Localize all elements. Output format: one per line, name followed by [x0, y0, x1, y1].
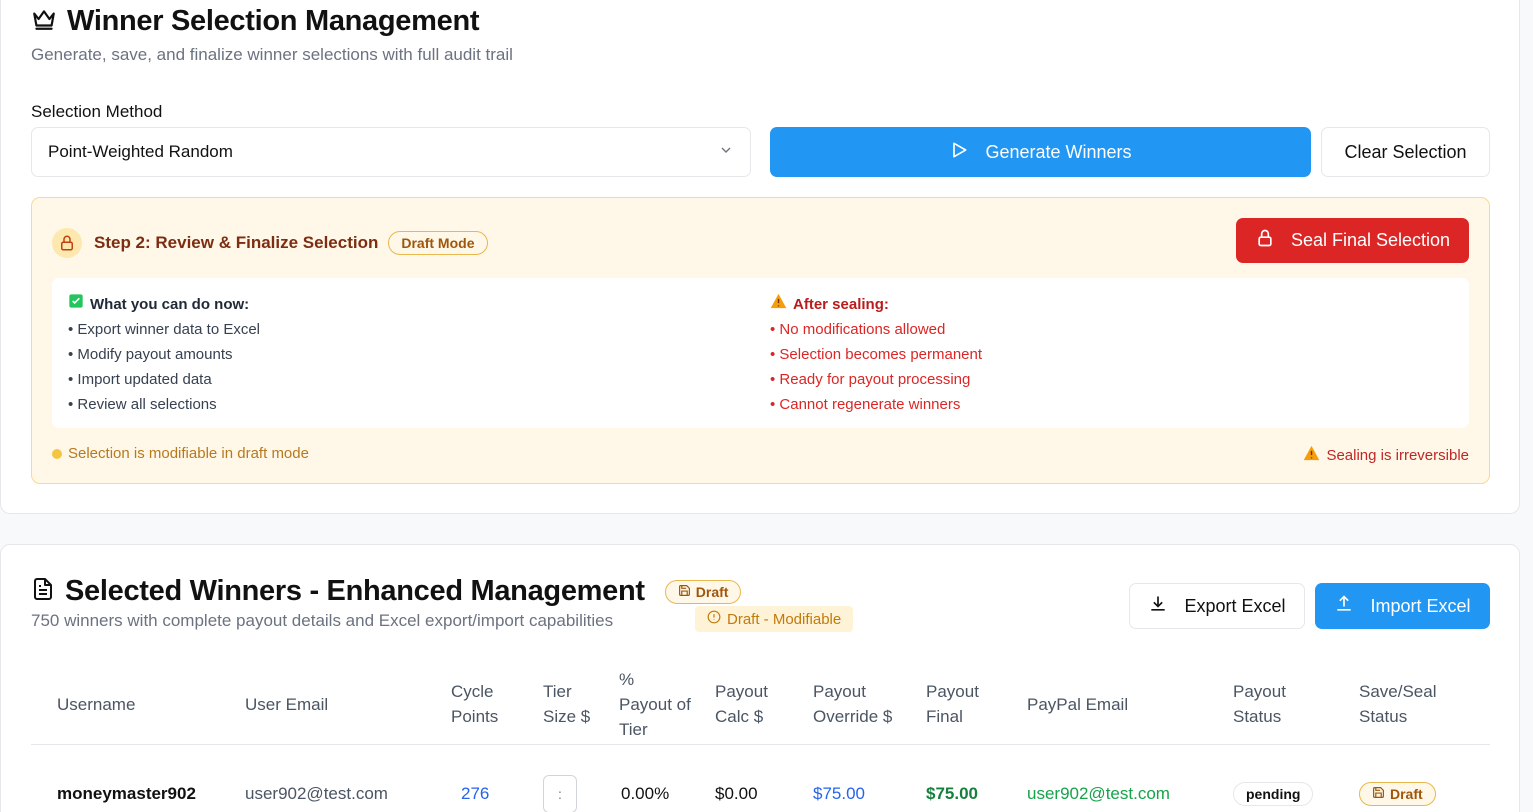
list-item: • Export winner data to Excel [68, 321, 261, 338]
review-details: What you can do now: • Export winner dat… [52, 278, 1469, 428]
list-item: • Ready for payout processing [770, 371, 971, 388]
download-icon [1148, 594, 1168, 619]
list-item: • Modify payout amounts [68, 346, 233, 363]
winner-selection-card: Winner Selection Management Generate, sa… [0, 0, 1520, 514]
winners-header-row: Selected Winners - Enhanced Management D… [31, 575, 742, 608]
column-header[interactable]: Payout Final [914, 665, 1015, 745]
column-header[interactable]: % Payout of Tier [607, 665, 703, 745]
payout-status-cell: pending [1221, 744, 1347, 812]
column-header[interactable]: PayPal Email [1015, 665, 1221, 745]
lock-icon [1255, 228, 1275, 253]
lock-icon [52, 228, 82, 258]
winners-table: Username User Email Cycle Points Tier Si… [31, 665, 1490, 812]
modifiable-note: Selection is modifiable in draft mode [52, 445, 309, 462]
irreversible-note: Sealing is irreversible [1303, 445, 1469, 465]
points-cell: 276 [461, 784, 490, 804]
list-item: • Cannot regenerate winners [770, 396, 961, 413]
generate-winners-button[interactable]: Generate Winners [770, 127, 1311, 177]
review-panel: Step 2: Review & Finalize Selection Draf… [31, 197, 1490, 484]
override-cell[interactable]: $75.00 [801, 744, 914, 812]
modifiable-label: Draft - Modifiable [727, 610, 842, 628]
after-sealing-heading: After sealing: [770, 292, 982, 317]
table-header-row: Username User Email Cycle Points Tier Si… [31, 665, 1490, 745]
clear-selection-label: Clear Selection [1344, 141, 1467, 162]
column-header[interactable]: Cycle Points [439, 665, 531, 745]
pct-cell: 0.00% [621, 784, 670, 804]
tier-cell: : [531, 744, 607, 812]
selection-method-value: Point-Weighted Random [48, 142, 233, 161]
modifiable-badge: Draft - Modifiable [695, 606, 854, 632]
warning-icon [1303, 445, 1320, 465]
column-header[interactable]: Payout Status [1221, 665, 1347, 745]
export-excel-label: Export Excel [1184, 595, 1286, 616]
column-header[interactable]: Payout Override $ [801, 665, 914, 745]
draft-badge: Draft [664, 579, 742, 604]
can-do-heading: What you can do now: [68, 292, 260, 317]
save-icon [1372, 786, 1385, 802]
final-cell: $75.00 [926, 784, 978, 804]
selection-method-label: Selection Method [31, 102, 163, 121]
step-title: Step 2: Review & Finalize Selection [94, 233, 379, 252]
seal-final-selection-button[interactable]: Seal Final Selection [1236, 218, 1469, 263]
after-sealing-list: After sealing: • No modifications allowe… [770, 292, 982, 417]
list-item: • No modifications allowed [770, 321, 946, 338]
status-badge: pending [1233, 782, 1314, 807]
import-excel-button[interactable]: Import Excel [1315, 583, 1490, 629]
chevron-down-icon [718, 142, 734, 163]
email-cell: user902@test.com [245, 784, 388, 804]
document-icon [31, 576, 55, 607]
column-header[interactable]: Payout Calc $ [703, 665, 801, 745]
page-title: Winner Selection Management [67, 5, 480, 37]
tier-size-input[interactable]: : [543, 775, 577, 812]
seal-status-label: Draft [1390, 786, 1423, 803]
winners-title: Selected Winners - Enhanced Management [65, 575, 645, 607]
can-do-title: What you can do now: [90, 296, 250, 313]
clear-selection-button[interactable]: Clear Selection [1321, 127, 1490, 177]
seal-status-cell: Draft [1347, 744, 1490, 812]
list-item: • Selection becomes permanent [770, 346, 983, 363]
winners-card: Selected Winners - Enhanced Management D… [0, 544, 1520, 812]
username-cell: moneymaster902 [57, 784, 196, 804]
draft-badge-label: Draft [695, 583, 729, 600]
column-header[interactable]: Save/Seal Status [1347, 665, 1490, 745]
list-item: • Review all selections [68, 396, 217, 413]
play-icon [949, 140, 969, 165]
calc-cell: $0.00 [715, 784, 758, 804]
list-item: • Import updated data [68, 371, 212, 388]
upload-icon [1334, 594, 1354, 619]
review-header: Step 2: Review & Finalize Selection Draf… [52, 228, 488, 258]
can-do-list: What you can do now: • Export winner dat… [68, 292, 260, 417]
after-sealing-title: After sealing: [793, 296, 889, 313]
page-subtitle: Generate, save, and finalize winner sele… [31, 45, 513, 64]
irreversible-note-text: Sealing is irreversible [1326, 446, 1469, 464]
paypal-cell: user902@test.com [1027, 784, 1170, 804]
selection-method-select[interactable]: Point-Weighted Random [31, 127, 751, 177]
header-row: Winner Selection Management [31, 5, 480, 38]
winners-subtitle: 750 winners with complete payout details… [31, 611, 614, 630]
seal-status-badge: Draft [1359, 782, 1436, 807]
seal-final-selection-label: Seal Final Selection [1290, 230, 1451, 250]
import-excel-label: Import Excel [1370, 595, 1471, 616]
modifiable-note-text: Selection is modifiable in draft mode [68, 445, 309, 462]
warning-icon [770, 292, 787, 317]
crown-icon [31, 6, 57, 37]
save-icon [678, 584, 691, 600]
generate-winners-label: Generate Winners [985, 141, 1132, 162]
column-header[interactable]: Tier Size $ [531, 665, 607, 745]
draft-mode-badge: Draft Mode [388, 231, 488, 255]
export-excel-button[interactable]: Export Excel [1129, 583, 1305, 629]
table-row[interactable]: moneymaster902 user902@test.com 276 : 0.… [31, 744, 1490, 812]
check-box-icon [68, 292, 84, 317]
column-header[interactable]: Username [31, 665, 233, 745]
column-header[interactable]: User Email [233, 665, 439, 745]
status-dot-icon [52, 448, 62, 459]
info-circle-icon [707, 610, 721, 628]
